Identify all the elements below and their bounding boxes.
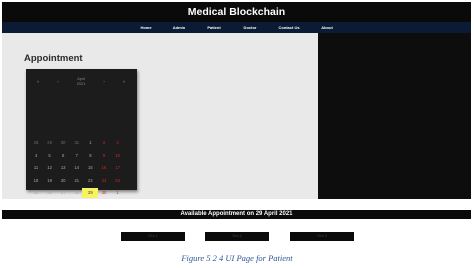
- app-header: Medical Blockchain: [2, 2, 471, 22]
- nav-item-home[interactable]: Home: [140, 22, 151, 33]
- nav-item-admin[interactable]: Admin: [173, 22, 185, 33]
- side-panel: [318, 33, 471, 199]
- calendar-day[interactable]: 17: [110, 163, 126, 173]
- nav-item-about[interactable]: About: [321, 22, 333, 33]
- slot-button-1[interactable]: Slot 1: [121, 232, 185, 241]
- page-title: Appointment: [24, 53, 83, 64]
- slot-button-2[interactable]: Slot 2: [205, 232, 269, 241]
- nav-item-patient[interactable]: Patient: [207, 22, 220, 33]
- calendar-day[interactable]: 3: [110, 138, 126, 148]
- calendar-day-grid: 28 29 30 31 1 2 3 4 5 6 7 8 9 10 11 12 13 14 15 16 17 18 19 20 2…: [26, 69, 137, 198]
- nav-item-contact-us[interactable]: Contact Us: [278, 22, 299, 33]
- slot-button-3[interactable]: Slot 3: [290, 232, 354, 241]
- calendar-day[interactable]: 10: [110, 151, 126, 161]
- figure-caption: Figure 5 2 4 UI Page for Patient: [181, 253, 293, 263]
- nav-item-doctor[interactable]: Doctor: [244, 22, 257, 33]
- appointment-calendar: « ‹ April 2021 › » 28 29 30 31 1 2 3 4 5 6 7 8 9 10 11…: [26, 69, 137, 198]
- available-appointment-bar: Available Appointment on 29 April 2021: [2, 210, 471, 219]
- app-title: Medical Blockchain: [187, 6, 286, 18]
- main-panel: Appointment « ‹ April 2021 › » 28 29 30 31 1…: [2, 33, 318, 199]
- nav-bar: Home Admin Patient Doctor Contact Us Abo…: [2, 22, 471, 33]
- available-appointment-title: Available Appointment on 29 April 2021: [180, 211, 293, 217]
- calendar-day[interactable]: 24: [110, 176, 126, 186]
- calendar-day[interactable]: 1: [110, 188, 126, 198]
